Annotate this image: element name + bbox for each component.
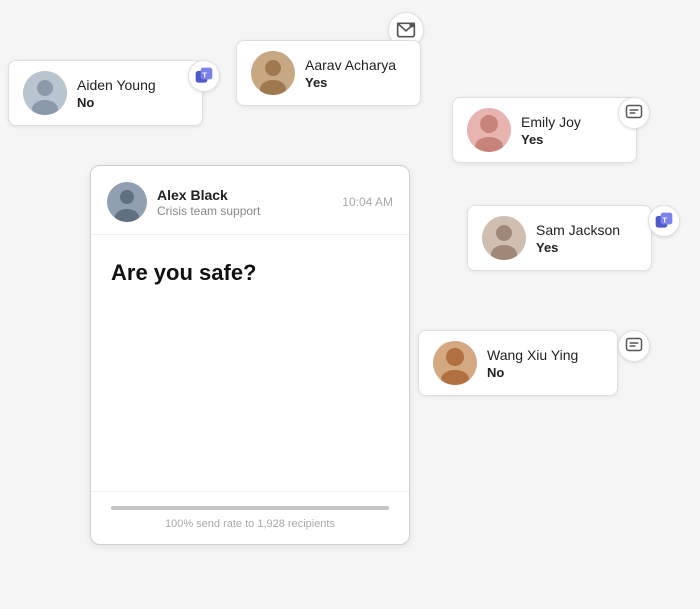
msg-badge-emily [618,97,650,129]
msg-badge-wang [618,330,650,362]
aiden-avatar [23,71,67,115]
teams-badge-aiden: T [188,60,220,92]
aiden-status: No [77,95,156,110]
progress-text: 100% send rate to 1,928 recipients [111,518,389,530]
sam-status: Yes [536,240,620,255]
aarav-info: Aarav Acharya Yes [305,57,396,90]
panel-question: Are you safe? [111,259,389,288]
svg-text:T: T [662,216,667,225]
wang-name: Wang Xiu Ying [487,347,578,363]
aarav-avatar [251,51,295,95]
progress-bar-bg [111,506,389,510]
panel-subtitle: Crisis team support [157,204,260,218]
aiden-name: Aiden Young [77,77,156,93]
alex-avatar [107,182,147,222]
aarav-status: Yes [305,75,396,90]
sam-name: Sam Jackson [536,222,620,238]
panel-header: Alex Black Crisis team support 10:04 AM [91,166,409,235]
sam-jackson-card: Sam Jackson Yes [467,205,652,271]
panel-time: 10:04 AM [342,195,393,209]
panel-header-info: Alex Black Crisis team support [157,187,260,218]
aiden-info: Aiden Young No [77,77,156,110]
sam-info: Sam Jackson Yes [536,222,620,255]
message-panel: Alex Black Crisis team support 10:04 AM … [90,165,410,545]
aarav-acharya-card: Aarav Acharya Yes [236,40,421,106]
aarav-name: Aarav Acharya [305,57,396,73]
aiden-young-card: Aiden Young No [8,60,203,126]
emily-avatar [467,108,511,152]
panel-footer: 100% send rate to 1,928 recipients [91,491,409,544]
emily-status: Yes [521,132,581,147]
svg-text:T: T [202,71,207,80]
wang-status: No [487,365,578,380]
progress-bar-fill [111,506,389,510]
teams-badge-sam: T [648,205,680,237]
wang-info: Wang Xiu Ying No [487,347,578,380]
wang-xiu-ying-card: Wang Xiu Ying No [418,330,618,396]
emily-info: Emily Joy Yes [521,114,581,147]
panel-body: Are you safe? [91,235,409,491]
emily-joy-card: Emily Joy Yes [452,97,637,163]
wang-avatar [433,341,477,385]
emily-name: Emily Joy [521,114,581,130]
sam-avatar [482,216,526,260]
panel-sender: Alex Black [157,187,260,203]
